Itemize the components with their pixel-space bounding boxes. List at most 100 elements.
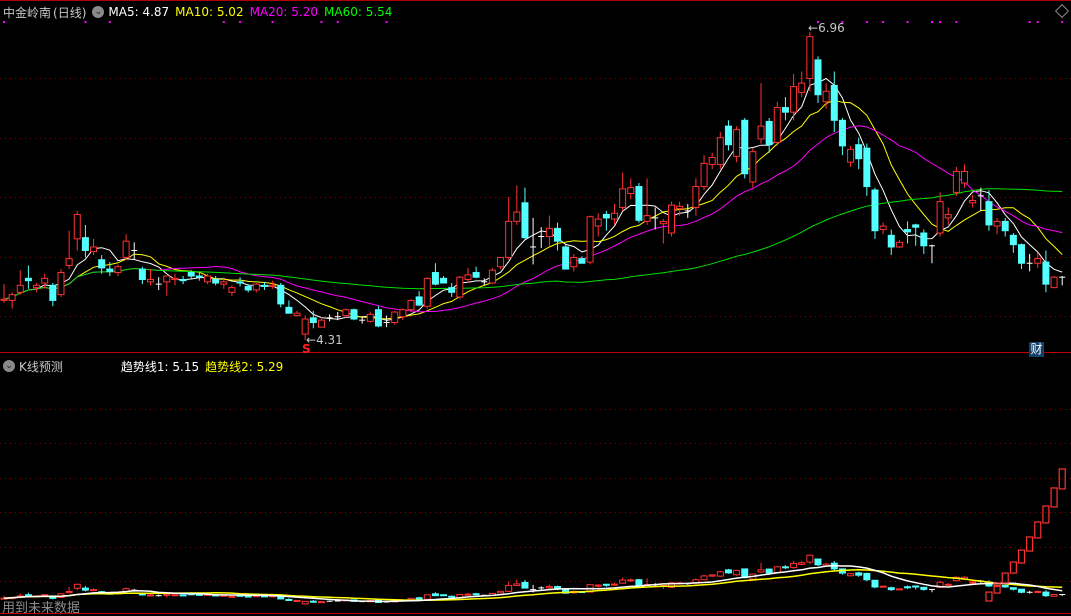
forecast-box bbox=[1009, 561, 1017, 574]
sub-candle bbox=[993, 584, 1001, 588]
signal-dot bbox=[1028, 21, 1031, 23]
sub-candle bbox=[1001, 584, 1009, 588]
candle-body bbox=[733, 569, 741, 576]
candle-body bbox=[773, 107, 781, 143]
candle-body bbox=[855, 572, 863, 576]
candle-body bbox=[472, 593, 480, 596]
sub-candle bbox=[871, 579, 879, 589]
candle bbox=[488, 267, 496, 285]
sub-candle bbox=[904, 585, 912, 590]
candle-body bbox=[440, 594, 448, 597]
candle bbox=[936, 192, 944, 237]
sub-candle bbox=[90, 588, 98, 592]
candle-body bbox=[887, 234, 895, 248]
sub-candle bbox=[521, 579, 529, 589]
candle bbox=[1050, 276, 1058, 289]
candle bbox=[505, 197, 513, 260]
candle bbox=[236, 277, 244, 287]
candle-body bbox=[936, 201, 944, 234]
candle bbox=[228, 285, 236, 296]
candle bbox=[724, 120, 732, 151]
candle-body bbox=[749, 151, 757, 183]
candle-body bbox=[24, 594, 32, 597]
candle bbox=[716, 131, 724, 170]
candle bbox=[570, 253, 578, 272]
candle-body bbox=[138, 268, 146, 281]
candle bbox=[212, 276, 220, 286]
candle-body bbox=[765, 120, 773, 146]
sub-candle bbox=[228, 595, 236, 598]
candle bbox=[749, 148, 757, 188]
period-label: (日线) bbox=[53, 5, 87, 20]
candle-body bbox=[757, 569, 765, 573]
indicator-name[interactable]: K线预测 bbox=[19, 358, 63, 375]
moving-average-lines bbox=[3, 77, 1063, 321]
candle-body bbox=[317, 319, 325, 328]
candle-body bbox=[309, 600, 317, 603]
candle bbox=[700, 155, 708, 191]
candle-body bbox=[374, 309, 382, 327]
ma5-line bbox=[3, 77, 1063, 321]
candle-body bbox=[1042, 591, 1050, 597]
candle-body bbox=[969, 199, 977, 204]
chevron-down-icon[interactable]: ⌄ bbox=[3, 360, 15, 372]
candle bbox=[252, 282, 260, 293]
candle bbox=[33, 282, 41, 293]
sub-candle bbox=[65, 586, 73, 594]
candle-body bbox=[521, 202, 529, 239]
candle-body bbox=[594, 218, 602, 227]
candle-body bbox=[260, 284, 268, 287]
candle bbox=[285, 300, 293, 314]
finance-badge[interactable]: 财 bbox=[1029, 342, 1044, 357]
candle-body bbox=[171, 277, 179, 281]
candle bbox=[643, 178, 651, 225]
candle bbox=[98, 255, 106, 274]
candle-body bbox=[220, 281, 228, 285]
candle bbox=[781, 97, 789, 121]
candle-body bbox=[423, 594, 431, 600]
candle-body bbox=[163, 593, 171, 596]
candle-body bbox=[904, 229, 912, 233]
candle bbox=[131, 242, 138, 260]
candle-body bbox=[578, 258, 586, 264]
ma20-value: MA20: 5.20 bbox=[249, 5, 319, 19]
candle-body bbox=[773, 566, 781, 574]
sub-candle bbox=[708, 574, 716, 577]
candle bbox=[163, 275, 171, 296]
candle-body bbox=[1050, 276, 1058, 289]
candle bbox=[806, 32, 814, 92]
candle bbox=[147, 269, 155, 286]
sub-candle bbox=[73, 583, 81, 591]
candle-body bbox=[73, 213, 81, 240]
candle-body bbox=[8, 294, 16, 301]
low-price-annotation: ←4.31 bbox=[306, 333, 343, 347]
trend2-value: 趋势线2: 5.29 bbox=[205, 359, 284, 374]
sub-candle bbox=[1050, 594, 1058, 597]
candle-body bbox=[431, 593, 439, 597]
sub-candle bbox=[285, 598, 293, 601]
candle bbox=[431, 263, 439, 286]
candle-body bbox=[285, 306, 293, 314]
candle bbox=[155, 277, 162, 290]
candle bbox=[407, 299, 415, 313]
candle bbox=[326, 314, 333, 322]
candle bbox=[57, 269, 65, 297]
candle-body bbox=[399, 309, 407, 318]
chevron-down-icon[interactable]: ⌄ bbox=[92, 6, 105, 18]
candle bbox=[1001, 217, 1009, 237]
sub-candle bbox=[798, 560, 806, 566]
candle-body bbox=[643, 215, 651, 222]
candle-body bbox=[838, 119, 846, 147]
candle bbox=[667, 201, 675, 237]
sub-candle bbox=[887, 586, 895, 591]
sub-candle bbox=[431, 592, 439, 597]
candle-body bbox=[594, 584, 602, 587]
candle bbox=[545, 215, 553, 246]
candle bbox=[814, 56, 822, 103]
candle bbox=[179, 276, 187, 285]
sub-candle bbox=[602, 583, 610, 587]
candle-body bbox=[635, 186, 643, 221]
sub-candle bbox=[1026, 590, 1033, 594]
candle bbox=[309, 310, 317, 329]
candle bbox=[969, 194, 977, 208]
